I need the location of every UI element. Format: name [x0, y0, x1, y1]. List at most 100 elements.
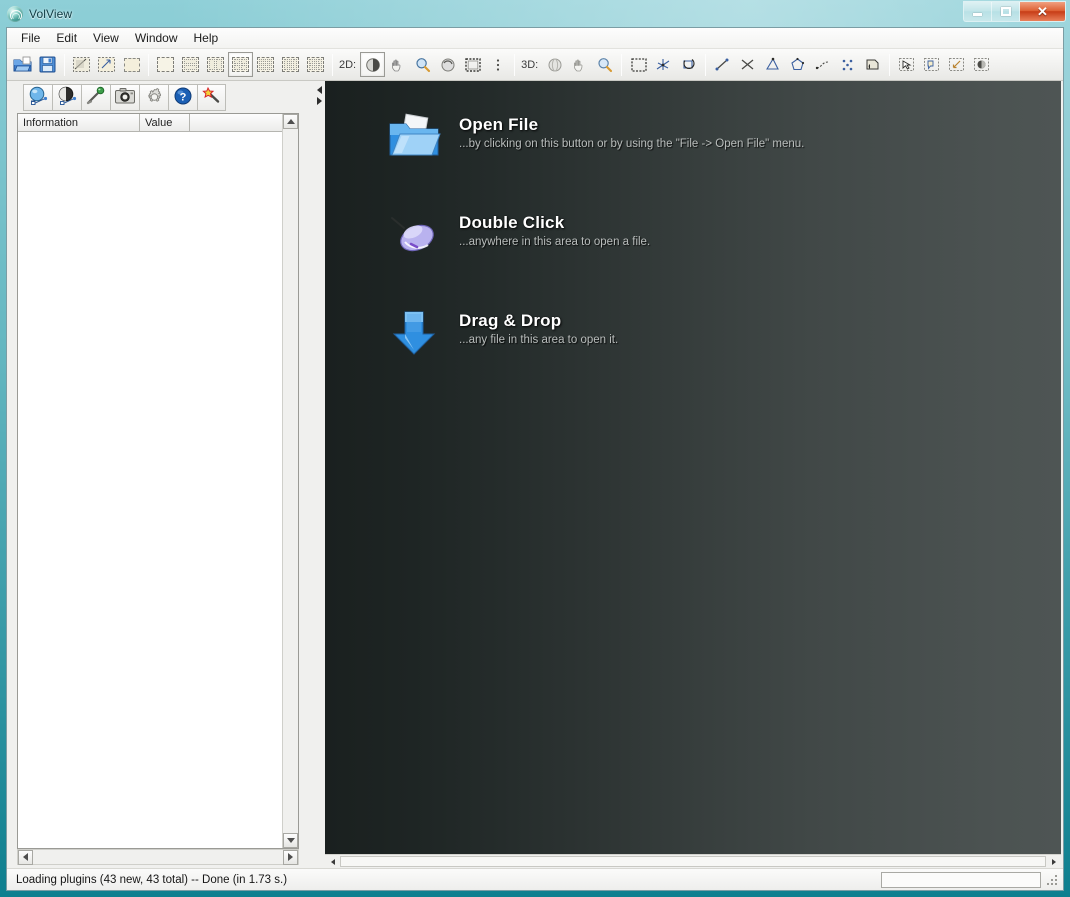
hint-open-file-subtitle: ...by clicking on this button or by usin…	[459, 138, 805, 150]
information-table-body[interactable]	[18, 132, 298, 848]
layout-two-vertical-button[interactable]	[203, 52, 228, 77]
render-view-bottom-scrollbar[interactable]	[325, 854, 1061, 868]
left-dock-panel: ? Information Value	[7, 81, 313, 868]
column-header-value[interactable]: Value	[140, 114, 190, 131]
scatter-points-icon	[839, 57, 856, 72]
open-file-button[interactable]	[10, 52, 35, 77]
measure-volume-button[interactable]	[860, 52, 885, 77]
annotate-fill-button[interactable]	[969, 52, 994, 77]
hint-double-click-title: Double Click	[459, 213, 565, 232]
tab-help[interactable]: ?	[168, 83, 197, 111]
tool-3d-pan-button[interactable]	[567, 52, 592, 77]
layout-quad-button[interactable]	[228, 52, 253, 77]
maximize-button[interactable]	[992, 2, 1020, 21]
menu-item-view[interactable]: View	[85, 29, 127, 48]
tool-2d-more-button[interactable]	[485, 52, 510, 77]
tool-2d-pan-button[interactable]	[385, 52, 410, 77]
tool-2d-zoom-button[interactable]	[410, 52, 435, 77]
collapse-left-arrow-icon[interactable]	[315, 85, 324, 94]
tab-probe[interactable]	[81, 83, 110, 111]
tab-surface-properties[interactable]	[52, 83, 81, 111]
axes-button[interactable]	[651, 52, 676, 77]
magnifier-zoom-icon	[415, 57, 431, 73]
tab-plugins[interactable]	[197, 83, 226, 111]
cross-distance-icon	[739, 57, 756, 72]
scroll-right-arrow-icon[interactable]	[283, 849, 298, 865]
render-view-container: Open File ...by clicking on this button …	[325, 81, 1063, 868]
measure-ruler-button[interactable]	[710, 52, 735, 77]
minimize-icon	[973, 12, 982, 16]
window-level-icon	[365, 57, 381, 73]
layout-six-grid-button[interactable]	[303, 52, 328, 77]
hand-pan-icon	[572, 57, 588, 73]
layout-single-button[interactable]	[153, 52, 178, 77]
save-button[interactable]	[35, 52, 60, 77]
information-vertical-scrollbar[interactable]	[282, 114, 298, 848]
hint-open-file[interactable]: Open File ...by clicking on this button …	[383, 109, 804, 165]
information-horizontal-scrollbar[interactable]	[17, 849, 299, 865]
hint-drag-drop[interactable]: Drag & Drop ...any file in this area to …	[383, 305, 804, 361]
annotate-note-button[interactable]	[919, 52, 944, 77]
tab-volume-properties[interactable]	[23, 83, 52, 111]
scroll-up-arrow-icon[interactable]	[283, 114, 298, 129]
layout-one-plus-three-button[interactable]	[253, 52, 278, 77]
doc-crop-button[interactable]	[69, 52, 94, 77]
close-button[interactable]: ✕	[1020, 2, 1065, 21]
column-header-information[interactable]: Information	[18, 114, 140, 131]
layout-three-columns-button[interactable]	[278, 52, 303, 77]
layout-two-horizontal-button[interactable]	[178, 52, 203, 77]
annotate-arrow-button[interactable]	[944, 52, 969, 77]
open-folder-icon	[13, 56, 32, 73]
resize-grip-icon[interactable]	[1045, 873, 1059, 887]
scroll-right-arrow-icon[interactable]	[1048, 856, 1059, 867]
tool-2d-rotate-button[interactable]	[435, 52, 460, 77]
tool-3d-rotate-button[interactable]	[542, 52, 567, 77]
tool-3d-zoom-button[interactable]	[592, 52, 617, 77]
panel-tab-strip: ?	[7, 81, 313, 113]
annotate-select-button[interactable]	[894, 52, 919, 77]
menu-bar: File Edit View Window Help	[7, 28, 1063, 49]
measure-path-button[interactable]	[810, 52, 835, 77]
hint-double-click[interactable]: Double Click ...anywhere in this area to…	[383, 207, 804, 263]
toolbar-separator	[621, 53, 623, 76]
scroll-down-arrow-icon[interactable]	[283, 833, 298, 848]
crop-region-button[interactable]	[626, 52, 651, 77]
application-window: VolView ✕ File Edit View Window Help 2D:…	[0, 0, 1070, 897]
scroll-track[interactable]	[340, 856, 1046, 867]
menu-item-edit[interactable]: Edit	[48, 29, 85, 48]
measure-angle-button[interactable]	[760, 52, 785, 77]
crop-box-icon	[464, 57, 481, 72]
camera-icon	[114, 87, 136, 108]
collapse-right-arrow-icon[interactable]	[315, 96, 324, 105]
tab-settings[interactable]	[139, 83, 168, 111]
menu-item-file[interactable]: File	[13, 29, 48, 48]
reset-view-button[interactable]	[676, 52, 701, 77]
toolbar-separator	[705, 53, 707, 76]
menu-item-window[interactable]: Window	[127, 29, 186, 48]
menu-item-help[interactable]: Help	[186, 29, 227, 48]
doc-extract-button[interactable]	[94, 52, 119, 77]
gear-icon	[144, 86, 164, 109]
measure-scatter-button[interactable]	[835, 52, 860, 77]
scroll-left-arrow-icon[interactable]	[18, 849, 33, 865]
render-view[interactable]: Open File ...by clicking on this button …	[325, 81, 1061, 854]
hint-double-click-subtitle: ...anywhere in this area to open a file.	[459, 236, 651, 248]
panel-splitter[interactable]	[313, 81, 325, 868]
status-message: Loading plugins (43 new, 43 total) -- Do…	[16, 873, 288, 886]
toolbar-separator	[148, 53, 149, 76]
sphere-rotate-icon	[547, 57, 563, 73]
doc-blank-button[interactable]	[119, 52, 144, 77]
mode-3d-label: 3D:	[521, 58, 539, 71]
magnifier-zoom-icon	[597, 57, 613, 73]
gray-sphere-icon	[56, 86, 78, 109]
main-toolbar: 2D: 3D:	[7, 49, 1063, 81]
tool-2d-crop-button[interactable]	[460, 52, 485, 77]
scroll-left-arrow-icon[interactable]	[327, 856, 338, 867]
tab-snapshot[interactable]	[110, 83, 139, 111]
measure-polygon-button[interactable]	[785, 52, 810, 77]
information-table: Information Value	[17, 113, 299, 849]
tool-2d-window-level-button[interactable]	[360, 52, 386, 77]
volview-swirl-logo-icon	[7, 5, 23, 22]
minimize-button[interactable]	[964, 2, 992, 21]
measure-cross-button[interactable]	[735, 52, 760, 77]
